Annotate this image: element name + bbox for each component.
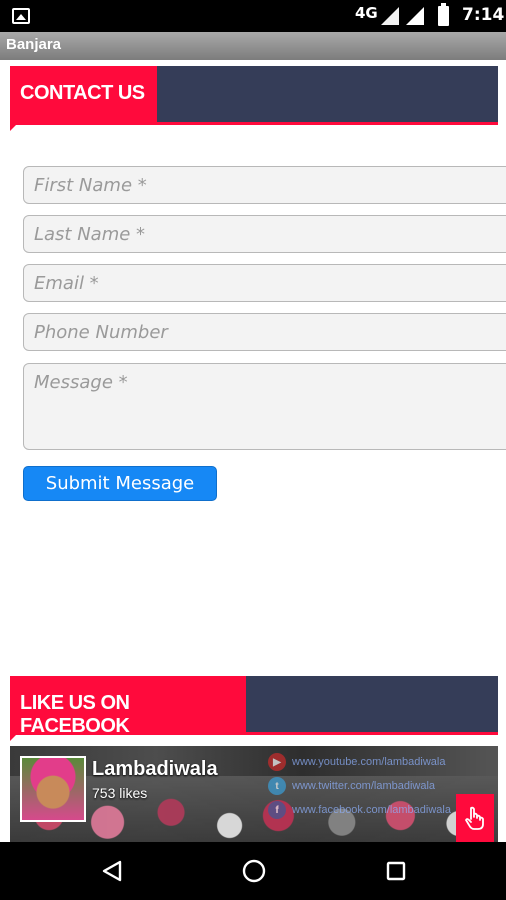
email-input[interactable] [24, 265, 506, 301]
phone-field[interactable] [23, 313, 506, 351]
cell-signal-icon [406, 7, 424, 25]
home-circle-icon [242, 859, 266, 883]
header-underline [10, 122, 498, 125]
contact-section-header: CONTACT US [10, 66, 498, 131]
page-likes: 753 likes [92, 785, 148, 801]
home-button[interactable] [239, 856, 269, 886]
data-signal-icon [381, 7, 399, 25]
first-name-input[interactable] [24, 167, 506, 203]
cover-link-text: www.twitter.com/lambadiwala [292, 780, 436, 792]
facebook-section-header: LIKE US ON FACEBOOK [10, 676, 498, 741]
contact-heading: CONTACT US [10, 66, 157, 122]
hand-pointer-icon [465, 806, 484, 830]
cover-link-youtube: ▶ www.youtube.com/lambadiwala [268, 752, 445, 772]
last-name-field[interactable] [23, 215, 506, 253]
clock: 7:14 [462, 5, 505, 25]
app-title-bar: Banjara [0, 32, 506, 60]
header-notch [10, 122, 19, 131]
recents-square-icon [386, 861, 406, 881]
cover-link-text: www.youtube.com/lambadiwala [292, 756, 446, 768]
submit-message-button[interactable]: Submit Message [23, 466, 217, 501]
header-underline [10, 732, 498, 735]
facebook-heading: LIKE US ON FACEBOOK [10, 676, 246, 737]
phone-input[interactable] [24, 314, 506, 350]
status-bar: 4G 7:14 [0, 0, 506, 32]
message-field[interactable] [23, 363, 506, 450]
like-page-button[interactable] [456, 794, 494, 842]
app-title: Banjara [6, 36, 62, 53]
cover-link-facebook: f www.facebook.com/lambadiwala [268, 800, 451, 820]
page-avatar[interactable] [20, 756, 86, 822]
back-button[interactable] [97, 856, 127, 886]
battery-icon [438, 3, 449, 26]
twitter-icon: t [268, 777, 286, 795]
email-field[interactable] [23, 264, 506, 302]
back-triangle-icon [102, 860, 122, 882]
facebook-icon: f [268, 801, 286, 819]
facebook-page-widget[interactable]: Lambadiwala 753 likes ▶ www.youtube.com/… [10, 746, 498, 842]
cover-link-twitter: t www.twitter.com/lambadiwala [268, 776, 435, 796]
system-nav-bar [0, 842, 506, 900]
message-textarea[interactable] [24, 364, 506, 449]
first-name-field[interactable] [23, 166, 506, 204]
last-name-input[interactable] [24, 216, 506, 252]
youtube-icon: ▶ [268, 753, 286, 771]
header-notch [10, 732, 19, 741]
recents-button[interactable] [381, 856, 411, 886]
cover-link-text: www.facebook.com/lambadiwala [292, 804, 451, 816]
page-name[interactable]: Lambadiwala [92, 758, 218, 781]
image-notification-icon [12, 8, 30, 24]
network-type: 4G [355, 4, 378, 22]
app-screen: 4G 7:14 Banjara CONTACT US Submit Messag… [0, 0, 506, 900]
